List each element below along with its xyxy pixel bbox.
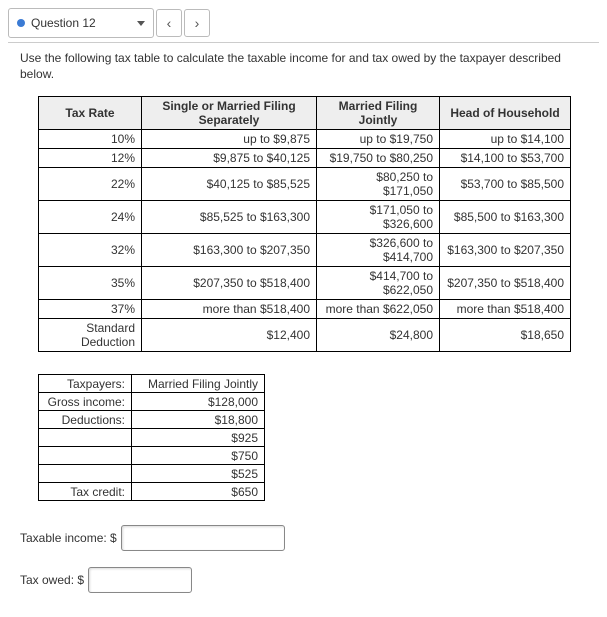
col-header-rate: Tax Rate — [39, 97, 142, 130]
table-header-row: Tax Rate Single or Married Filing Separa… — [39, 97, 571, 130]
table-row: Taxpayers:Married Filing Jointly — [39, 375, 265, 393]
table-row: $750 — [39, 447, 265, 465]
instructions-text: Use the following tax table to calculate… — [20, 51, 580, 82]
table-row: $525 — [39, 465, 265, 483]
next-button[interactable]: › — [184, 9, 210, 37]
table-row: 24%$85,525 to $163,300$171,050 to $326,6… — [39, 201, 571, 234]
taxable-income-label: Taxable income: $ — [20, 531, 117, 545]
tax-owed-label: Tax owed: $ — [20, 573, 84, 587]
table-row: 37%more than $518,400more than $622,050m… — [39, 300, 571, 319]
col-header-hoh: Head of Household — [440, 97, 571, 130]
table-row: 35%$207,350 to $518,400$414,700 to $622,… — [39, 267, 571, 300]
table-row: 10%up to $9,875up to $19,750up to $14,10… — [39, 130, 571, 149]
table-row: Standard Deduction$12,400$24,800$18,650 — [39, 319, 571, 352]
prev-button[interactable]: ‹ — [156, 9, 182, 37]
question-label: Question 12 — [31, 16, 96, 30]
taxable-income-input[interactable] — [121, 525, 285, 551]
tax-table: Tax Rate Single or Married Filing Separa… — [38, 96, 571, 352]
taxpayer-table: Taxpayers:Married Filing Jointly Gross i… — [38, 374, 265, 501]
tax-owed-input[interactable] — [88, 567, 192, 593]
table-row: Deductions:$18,800 — [39, 411, 265, 429]
table-row: Tax credit:$650 — [39, 483, 265, 501]
table-row: Gross income:$128,000 — [39, 393, 265, 411]
table-row: 12%$9,875 to $40,125$19,750 to $80,250$1… — [39, 149, 571, 168]
table-row: 32%$163,300 to $207,350$326,600 to $414,… — [39, 234, 571, 267]
status-dot-icon — [17, 19, 25, 27]
chevron-down-icon — [137, 21, 145, 26]
table-row: $925 — [39, 429, 265, 447]
col-header-single: Single or Married Filing Separately — [142, 97, 317, 130]
table-row: 22%$40,125 to $85,525$80,250 to $171,050… — [39, 168, 571, 201]
question-select[interactable]: Question 12 — [8, 8, 154, 38]
topbar: Question 12 ‹ › — [8, 8, 599, 43]
answer-inputs: Taxable income: $ Tax owed: $ — [20, 525, 599, 593]
col-header-joint: Married Filing Jointly — [317, 97, 440, 130]
